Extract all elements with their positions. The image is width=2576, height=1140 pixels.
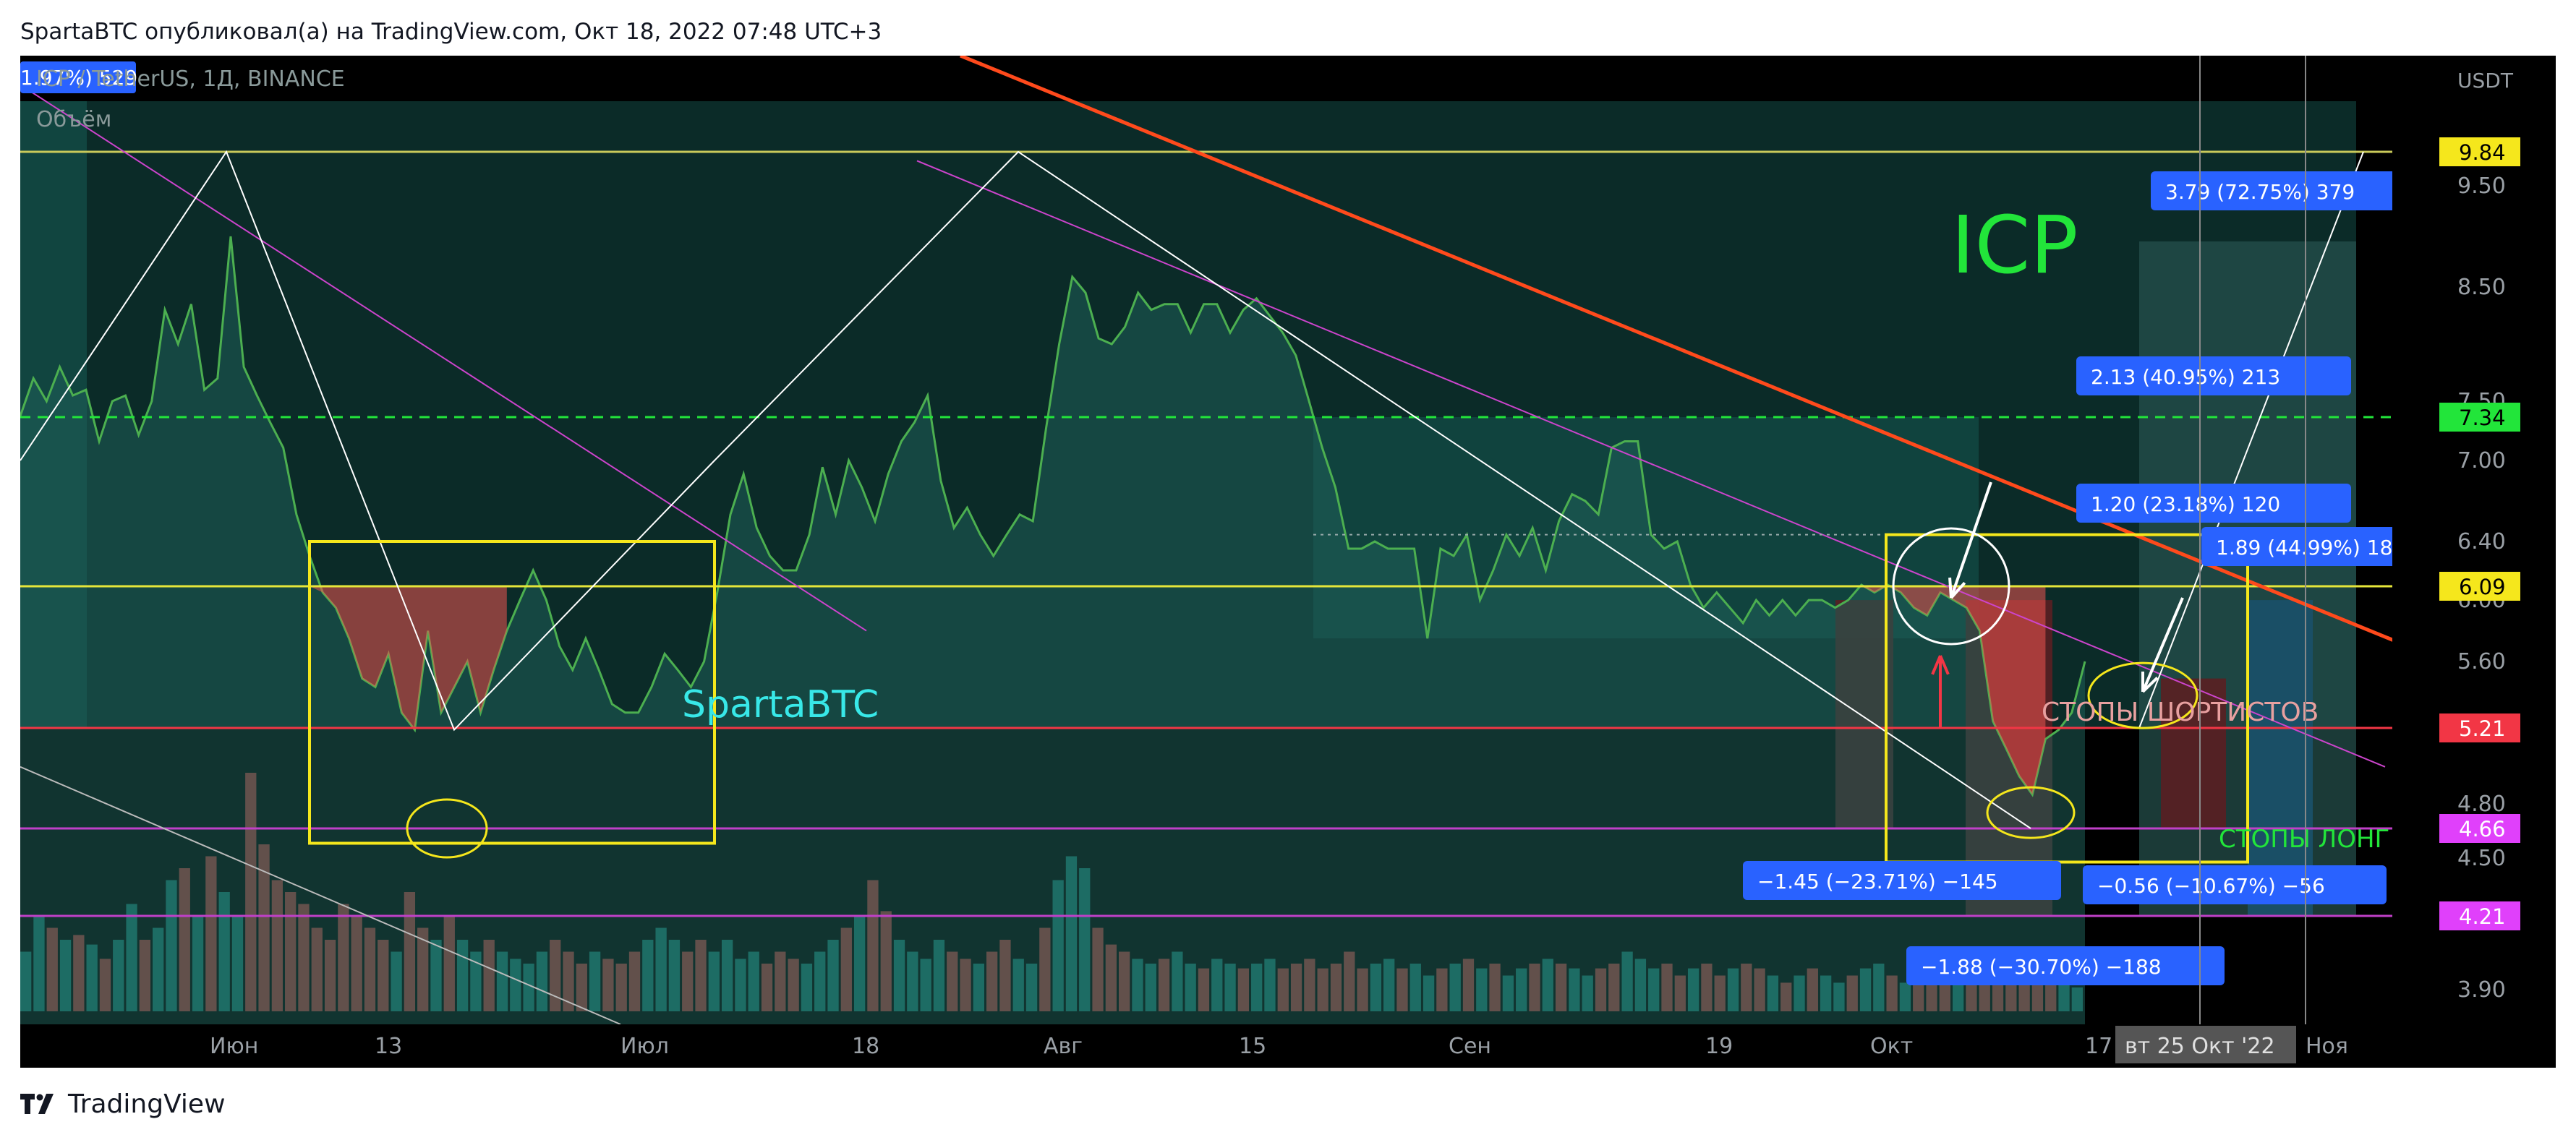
measure-label-text: −1.88 (−30.70%) −188 [1921,955,2162,979]
price-chart[interactable]: ICP SpartaBTC СТОПЫ ШОРТИСТОВ СТОПЫ ЛОНГ 3.7… [20,56,2556,1068]
time-axis[interactable]: Июн 13 Июл 18 Авг 15 Сен 19 Окт 17 Ноя вт 25 Окт '2… [20,1024,2392,1068]
price-tag-text: 4.21 [2459,904,2506,929]
price-tick: 7.00 [2457,448,2506,473]
publish-header: SpartaBTC опубликовал(а) на TradingView.… [20,19,882,45]
price-tag[interactable]: 4.66 [2439,814,2520,843]
measure-label-text: 2.13 (40.95%) 213 [2091,365,2280,389]
measure-label[interactable]: 2.13 (40.95%) 213 [2076,356,2351,395]
time-tick: 15 [1239,1034,1266,1059]
price-tag-text: 7.34 [2459,406,2506,430]
price-tag[interactable]: 4.21 [2439,901,2520,930]
measure-label[interactable]: −1.45 (−23.71%) −145 [1743,861,2061,900]
price-tag[interactable]: 9.84 [2439,137,2520,166]
time-tick: Окт [1870,1034,1913,1059]
time-tick: Сен [1449,1034,1491,1059]
time-tick: 18 [852,1034,879,1059]
time-tick: 19 [1705,1034,1733,1059]
measure-label-text: −0.56 (−10.67%) −56 [2097,874,2325,898]
price-tag-text: 4.66 [2459,817,2506,841]
price-tick: 5.60 [2457,649,2506,674]
price-tick: 4.50 [2457,846,2506,871]
measure-label[interactable]: −1.88 (−30.70%) −188 [1906,946,2225,985]
price-tick: 9.50 [2457,173,2506,199]
author-label: SpartaBTC [682,683,879,727]
longs-stop-label: СТОПЫ ЛОНГ [2219,825,2389,854]
measure-label-text: 1.20 (23.18%) 120 [2091,492,2280,516]
price-tag-text: 5.21 [2459,716,2506,741]
crosshair-date-text: вт 25 Окт '22 [2125,1034,2275,1059]
measure-label[interactable]: −0.56 (−10.67%) −56 [2083,865,2387,904]
chart-panel[interactable]: ICP SpartaBTC СТОПЫ ШОРТИСТОВ СТОПЫ ЛОНГ 3.7… [20,56,2556,1068]
measure-label[interactable]: 3.79 (72.75%) 379 [2151,171,2426,210]
icp-label: ICP [1951,199,2078,291]
price-tick: 3.90 [2457,977,2506,1003]
price-tick: 8.50 [2457,275,2506,300]
time-tick: Июн [210,1034,258,1059]
crosshair-date: вт 25 Окт '22 [2115,1026,2296,1063]
price-scale[interactable]: USDT9.508.507.507.006.406.005.604.804.50… [2392,56,2556,1068]
time-tick: Ноя [2306,1034,2348,1059]
price-tag[interactable]: 7.34 [2439,403,2520,432]
time-tick: Авг [1044,1034,1083,1059]
price-tag-text: 6.09 [2459,575,2506,599]
price-tag[interactable]: 5.21 [2439,713,2520,742]
measure-label-text: 1.89 (44.99%) 189 [2216,536,2405,560]
price-tag-text: 9.84 [2459,140,2506,165]
volume-indicator-label: Объём [36,107,111,132]
measure-label-text: 3.79 (72.75%) 379 [2165,180,2355,204]
measure-label[interactable]: 1.20 (23.18%) 120 [2076,484,2351,523]
price-tag[interactable]: 6.09 [2439,572,2520,601]
symbol-title: ICP / TetherUS, 1Д, BINANCE [36,67,345,92]
tradingview-logo-icon[interactable] [20,1094,58,1114]
time-tick: Июл [620,1034,669,1059]
price-tick: 4.80 [2457,792,2506,817]
measure-label-text: −1.45 (−23.71%) −145 [1757,870,1998,893]
footer-brand[interactable]: TradingView [68,1089,226,1119]
shorts-stop-label: СТОПЫ ШОРТИСТОВ [2042,698,2319,727]
time-tick: 17 [2085,1034,2112,1059]
footer: TradingView [20,1079,226,1129]
currency-label: USDT [2457,69,2514,93]
time-tick: 13 [375,1034,402,1059]
price-tick: 6.40 [2457,529,2506,554]
